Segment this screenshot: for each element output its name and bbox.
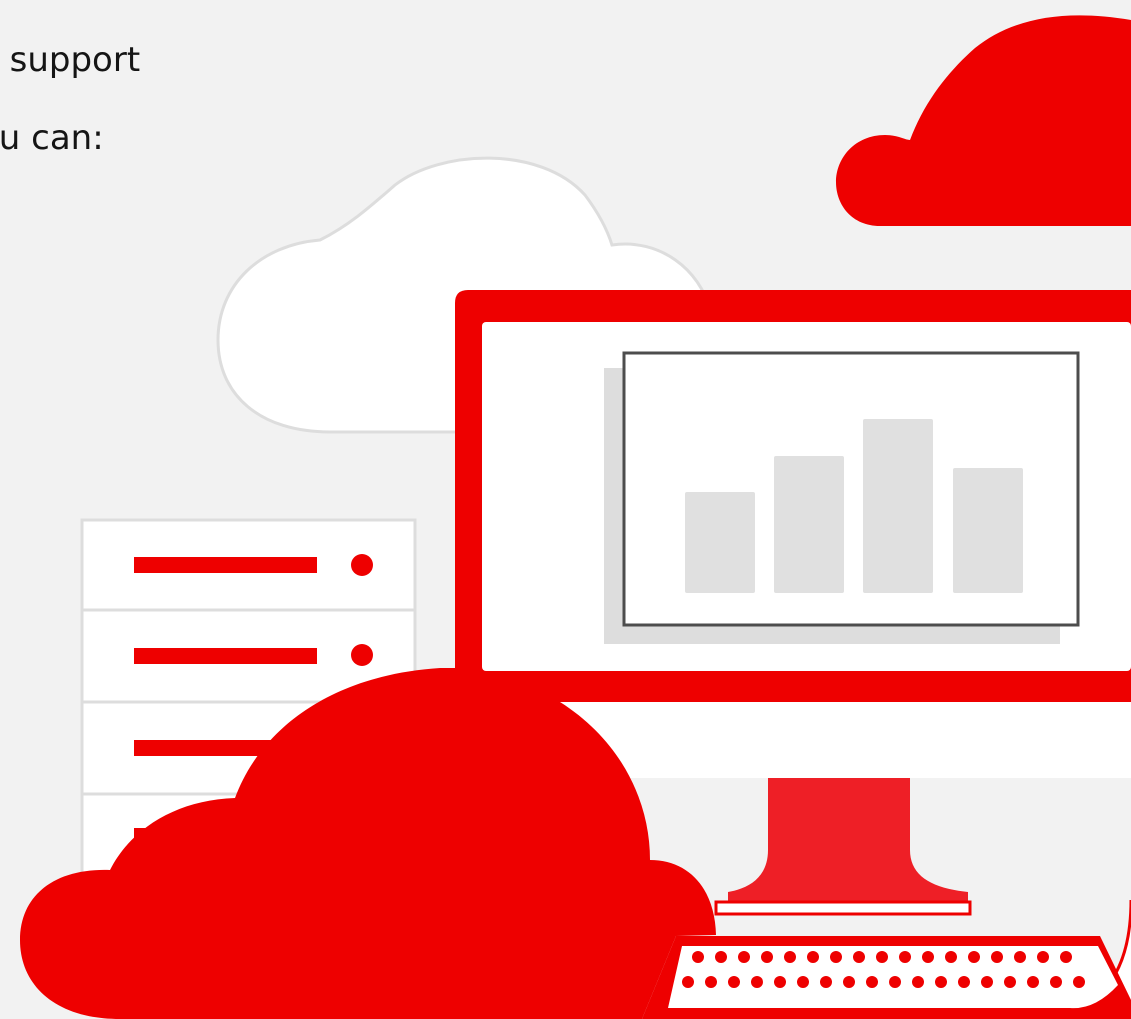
cloud-icon — [836, 15, 1131, 227]
intro-text-line-2: ou can: — [0, 118, 104, 158]
keyboard-icon — [642, 936, 1131, 1019]
hybrid-cloud-illustration — [20, 15, 1131, 1019]
server-status-light — [351, 554, 373, 576]
bar-chart-icon — [604, 351, 1080, 644]
server-status-light — [351, 644, 373, 666]
promo-panel: o support ou can: — [0, 0, 1131, 1019]
server-slot-bar — [134, 648, 317, 664]
server-slot-bar — [134, 557, 317, 573]
intro-text-line-1: o support — [0, 40, 141, 80]
